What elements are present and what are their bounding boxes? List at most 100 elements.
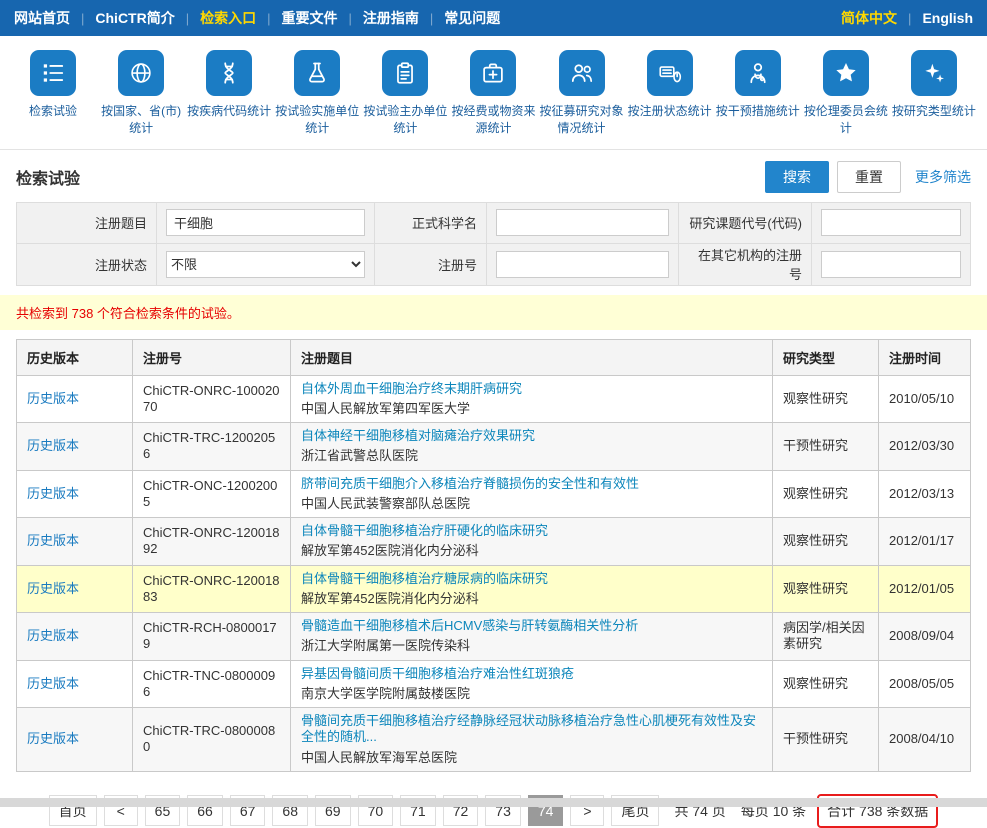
study-type: 干预性研究 bbox=[773, 423, 879, 471]
trial-organization: 中国人民解放军第四军医大学 bbox=[301, 401, 762, 417]
toolbar-item-label: 按疾病代码统计 bbox=[187, 103, 271, 120]
table-row: 历史版本 ChiCTR-ONRC-12001892 自体骨髓干细胞移植治疗肝硬化… bbox=[17, 518, 971, 566]
history-version-link[interactable]: 历史版本 bbox=[27, 391, 79, 406]
page-bottom-strip bbox=[0, 798, 987, 807]
regno-field-label: 注册号 bbox=[375, 244, 487, 285]
toolbar-item-by-disease-code[interactable]: 按疾病代码统计 bbox=[186, 50, 272, 137]
lang-english[interactable]: English bbox=[922, 10, 973, 26]
scientific-name-input[interactable] bbox=[496, 209, 669, 236]
trial-title-link[interactable]: 脐带间充质干细胞介入移植治疗脊髓损伤的安全性和有效性 bbox=[301, 476, 762, 492]
keyboard-mouse-icon bbox=[647, 50, 693, 96]
toolbar-item-by-intervention[interactable]: 按干预措施统计 bbox=[715, 50, 801, 137]
trial-title-link[interactable]: 骨髓间充质干细胞移植治疗经静脉经冠状动脉移植治疗急性心肌梗死有效性及安全性的随机… bbox=[301, 713, 762, 746]
table-row: 历史版本 ChiCTR-TNC-08000096 异基因骨髓间质干细胞移植治疗难… bbox=[17, 660, 971, 708]
clipboard-icon bbox=[382, 50, 428, 96]
other-regno-input[interactable] bbox=[821, 251, 961, 278]
registration-number: ChiCTR-TNC-08000096 bbox=[133, 660, 291, 708]
registration-date: 2010/05/10 bbox=[879, 375, 971, 423]
list-numbers-icon bbox=[30, 50, 76, 96]
history-version-link[interactable]: 历史版本 bbox=[27, 438, 79, 453]
toolbar-item-by-country[interactable]: 按国家、省(市)统计 bbox=[98, 50, 184, 137]
toolbar-item-label: 按试验实施单位统计 bbox=[274, 103, 360, 137]
table-header-row: 历史版本 注册号 注册题目 研究类型 注册时间 bbox=[17, 339, 971, 375]
toolbar-item-by-funding-source[interactable]: 按经费或物资来源统计 bbox=[450, 50, 536, 137]
nav-separator: | bbox=[81, 11, 84, 26]
result-count-message: 共检索到 738 个符合检索条件的试验。 bbox=[0, 295, 987, 330]
study-type: 病因学/相关因素研究 bbox=[773, 613, 879, 661]
registration-date: 2012/01/17 bbox=[879, 518, 971, 566]
nav-item-home[interactable]: 网站首页 bbox=[14, 8, 70, 28]
trial-organization: 中国人民武装警察部队总医院 bbox=[301, 496, 762, 512]
table-row: 历史版本 ChiCTR-TRC-08000080 骨髓间充质干细胞移植治疗经静脉… bbox=[17, 708, 971, 772]
star-icon bbox=[823, 50, 869, 96]
world-map-icon bbox=[118, 50, 164, 96]
title-input[interactable] bbox=[166, 209, 365, 236]
registration-number: ChiCTR-TRC-12002056 bbox=[133, 423, 291, 471]
toolbar-item-by-recruitment-status[interactable]: 按征募研究对象情况统计 bbox=[539, 50, 625, 137]
nav-item-important-docs[interactable]: 重要文件 bbox=[282, 8, 338, 28]
lang-simplified-chinese[interactable]: 简体中文 bbox=[841, 8, 897, 28]
history-version-link[interactable]: 历史版本 bbox=[27, 486, 79, 501]
history-version-link[interactable]: 历史版本 bbox=[27, 628, 79, 643]
search-header: 检索试验 搜索 重置 更多筛选 bbox=[0, 150, 987, 202]
toolbar-item-label: 按研究类型统计 bbox=[892, 103, 976, 120]
trial-title-link[interactable]: 骨髓造血干细胞移植术后HCMV感染与肝转氨酶相关性分析 bbox=[301, 618, 762, 634]
nav-separator: | bbox=[349, 11, 352, 26]
sparkles-icon bbox=[911, 50, 957, 96]
registration-number: ChiCTR-ONRC-12001883 bbox=[133, 565, 291, 613]
toolbar-item-by-study-type[interactable]: 按研究类型统计 bbox=[891, 50, 977, 137]
toolbar-item-label: 按干预措施统计 bbox=[716, 103, 800, 120]
column-header-history-version: 历史版本 bbox=[17, 339, 133, 375]
top-navbar: 网站首页 | ChiCTR简介 | 检索入口 | 重要文件 | 注册指南 | 常… bbox=[0, 0, 987, 36]
flask-icon bbox=[294, 50, 340, 96]
nav-item-register-guide[interactable]: 注册指南 bbox=[363, 8, 419, 28]
language-switcher: 简体中文 | English bbox=[841, 8, 973, 28]
history-version-link[interactable]: 历史版本 bbox=[27, 581, 79, 596]
toolbar-item-by-sponsor-unit[interactable]: 按试验主办单位统计 bbox=[362, 50, 448, 137]
more-filters-link[interactable]: 更多筛选 bbox=[915, 167, 971, 187]
trial-title-link[interactable]: 自体神经干细胞移植对脑瘫治疗效果研究 bbox=[301, 428, 762, 444]
registration-date: 2012/03/13 bbox=[879, 470, 971, 518]
status-select[interactable]: 不限 bbox=[166, 251, 365, 278]
toolbar-item-search-trials[interactable]: 检索试验 bbox=[10, 50, 96, 137]
study-type: 观察性研究 bbox=[773, 375, 879, 423]
trial-title-link[interactable]: 自体骨髓干细胞移植治疗糖尿病的临床研究 bbox=[301, 571, 762, 587]
trial-organization: 浙江省武警总队医院 bbox=[301, 448, 762, 464]
project-code-input[interactable] bbox=[821, 209, 961, 236]
registration-number: ChiCTR-ONC-12002005 bbox=[133, 470, 291, 518]
column-header-registration-date: 注册时间 bbox=[879, 339, 971, 375]
table-row: 历史版本 ChiCTR-ONC-12002005 脐带间充质干细胞介入移植治疗脊… bbox=[17, 470, 971, 518]
history-version-link[interactable]: 历史版本 bbox=[27, 731, 79, 746]
registration-date: 2008/04/10 bbox=[879, 708, 971, 772]
people-icon bbox=[559, 50, 605, 96]
toolbar-item-by-ethics-committee[interactable]: 按伦理委员会统计 bbox=[803, 50, 889, 137]
study-type: 观察性研究 bbox=[773, 660, 879, 708]
history-version-link[interactable]: 历史版本 bbox=[27, 676, 79, 691]
trial-organization: 解放军第452医院消化内分泌科 bbox=[301, 591, 762, 607]
trial-title-link[interactable]: 自体外周血干细胞治疗终末期肝病研究 bbox=[301, 381, 762, 397]
history-version-link[interactable]: 历史版本 bbox=[27, 533, 79, 548]
scientific-name-label: 正式科学名 bbox=[375, 203, 487, 244]
registration-number: ChiCTR-ONRC-12001892 bbox=[133, 518, 291, 566]
trial-title-link[interactable]: 自体骨髓干细胞移植治疗肝硬化的临床研究 bbox=[301, 523, 762, 539]
project-code-label: 研究课题代号(代码) bbox=[679, 203, 812, 244]
statistics-toolbar: 检索试验 按国家、省(市)统计 按疾病代码统计 按试验实施单位统计 bbox=[0, 36, 987, 150]
study-type: 干预性研究 bbox=[773, 708, 879, 772]
toolbar-item-by-implementing-unit[interactable]: 按试验实施单位统计 bbox=[274, 50, 360, 137]
nav-item-search-entry[interactable]: 检索入口 bbox=[200, 8, 256, 28]
regno-input[interactable] bbox=[496, 251, 669, 278]
toolbar-item-label: 按试验主办单位统计 bbox=[362, 103, 448, 137]
trial-organization: 中国人民解放军海军总医院 bbox=[301, 750, 762, 766]
trial-title-link[interactable]: 异基因骨髓间质干细胞移植治疗难治性红斑狼疮 bbox=[301, 666, 762, 682]
search-button[interactable]: 搜索 bbox=[765, 161, 829, 193]
reset-button[interactable]: 重置 bbox=[837, 161, 901, 193]
nav-item-faq[interactable]: 常见问题 bbox=[444, 8, 500, 28]
table-row-highlighted: 历史版本 ChiCTR-ONRC-12001883 自体骨髓干细胞移植治疗糖尿病… bbox=[17, 565, 971, 613]
nav-item-about[interactable]: ChiCTR简介 bbox=[95, 8, 174, 28]
column-header-study-type: 研究类型 bbox=[773, 339, 879, 375]
search-actions: 搜索 重置 更多筛选 bbox=[765, 161, 971, 193]
toolbar-item-by-registration-status[interactable]: 按注册状态统计 bbox=[627, 50, 713, 137]
results-table: 历史版本 注册号 注册题目 研究类型 注册时间 历史版本 ChiCTR-ONRC… bbox=[16, 339, 971, 772]
nav-separator: | bbox=[430, 11, 433, 26]
table-row: 历史版本 ChiCTR-ONRC-10002070 自体外周血干细胞治疗终末期肝… bbox=[17, 375, 971, 423]
